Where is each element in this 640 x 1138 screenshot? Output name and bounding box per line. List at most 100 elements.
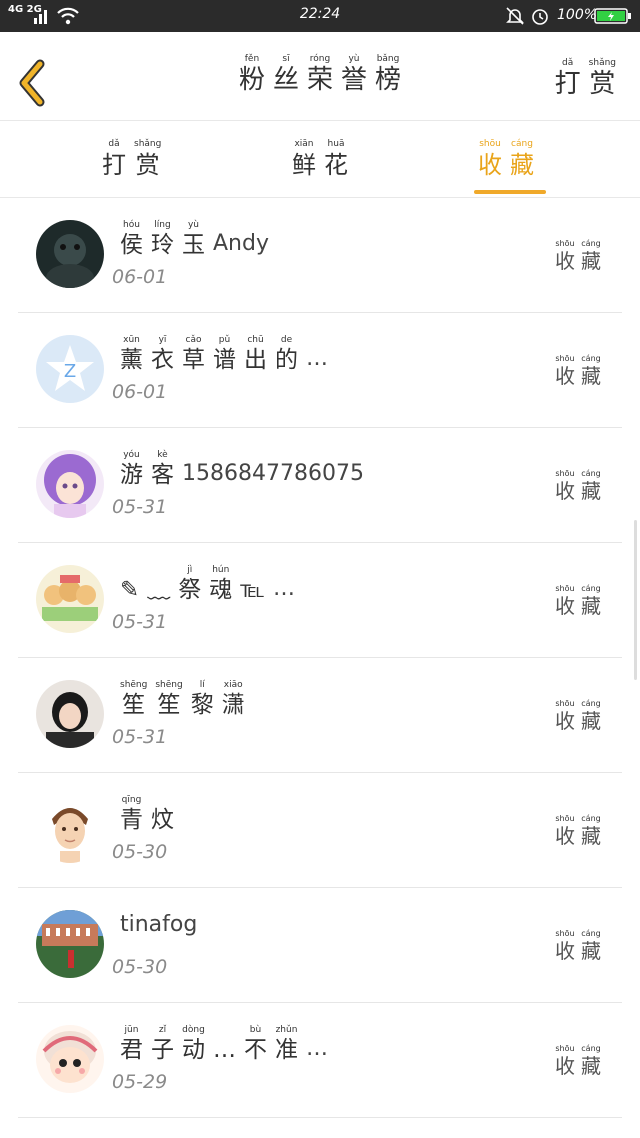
avatar[interactable] [36, 450, 104, 518]
user-name: qīng 青炆 [116, 795, 178, 834]
hanzi: 潇 [221, 692, 245, 718]
pinyin: cáng [581, 929, 601, 938]
pinyin: dǎ [562, 58, 574, 68]
pinyin: xiāo [223, 680, 243, 690]
pinyin: qīng [121, 795, 142, 805]
item-date: 05-29 [112, 1071, 168, 1093]
list-item[interactable]: ✎ ﹏ jì 祭 hún 魂 ℡ … 05-31 shōu 收 cáng 藏 [18, 543, 622, 658]
hanzi: 打 [554, 69, 581, 99]
scrollbar[interactable] [634, 520, 637, 680]
hanzi: 收 [555, 709, 575, 733]
fan-list: hóu 侯 líng 玲 yù 玉 Andy 06-01 shōu 收 cáng 藏 Zxūn 薰 yī 衣 c… [18, 198, 622, 1118]
hanzi: 不 [244, 1037, 267, 1063]
list-item[interactable]: jūn 君 zǐ 子 dòng 动 … bù 不 zhǔn 准 … 05-29 shōu 收 cáng 藏 [18, 1003, 622, 1118]
list-item[interactable]: qīng 青炆 05-30 shōu 收 cáng 藏 [18, 773, 622, 888]
alarm-icon [532, 9, 548, 25]
hanzi: 玲 [151, 232, 174, 258]
avatar[interactable]: Z [36, 335, 104, 403]
hanzi: ℡ [240, 577, 265, 603]
pinyin: kè [157, 450, 168, 460]
list-item[interactable]: hóu 侯 líng 玲 yù 玉 Andy 06-01 shōu 收 cáng 藏 [18, 198, 622, 313]
pinyin: shǎng [588, 58, 616, 68]
ruby-char: shōu 收 [555, 698, 575, 733]
hanzi: 出 [244, 347, 267, 373]
pinyin: bǎng [376, 54, 400, 64]
ruby-char: xiāo 潇 [222, 680, 245, 719]
hanzi: 打 [102, 151, 126, 179]
muted-bell-icon [506, 7, 524, 25]
pinyin: róng [309, 54, 331, 64]
pinyin: xūn [123, 335, 140, 345]
list-item[interactable]: yóu 游 kè 客 1586847786075 05-31 shōu 收 cáng 藏 [18, 428, 622, 543]
user-name: xūn 薰 yī 衣 cǎo 草 pǔ 谱 chū 出 de 的… [116, 335, 328, 374]
avatar[interactable] [36, 795, 104, 863]
pinyin: bù [249, 1025, 262, 1035]
hanzi: 魂 [209, 577, 233, 603]
pinyin: dǎ [108, 139, 120, 149]
hanzi: 丝 [272, 65, 299, 95]
page-title: fěn 粉 sī 丝 róng 荣 yù 誉 bǎng 榜 [0, 54, 640, 95]
avatar[interactable] [36, 565, 104, 633]
ruby-char: kè 客 [151, 450, 174, 489]
ruby-char: yù 玉 [182, 220, 205, 259]
top-navigation-bar: fěn 粉 sī 丝 róng 荣 yù 誉 bǎng 榜 dǎ 打 shǎng 赏 [0, 40, 640, 121]
ruby-char: … [213, 1025, 236, 1064]
ruby-char: yóu 游 [120, 450, 143, 489]
avatar[interactable] [36, 910, 104, 978]
pinyin: shēng [120, 680, 148, 690]
reward-button[interactable]: dǎ 打 shǎng 赏 [551, 58, 620, 99]
pinyin: jūn [124, 1025, 139, 1035]
hanzi: 藏 [581, 939, 601, 963]
avatar[interactable] [36, 1025, 104, 1093]
user-name-text: tinafog [120, 912, 198, 937]
list-item[interactable]: tinafog 05-30 shōu 收 cáng 藏 [18, 888, 622, 1003]
ruby-char: yù 誉 [341, 54, 367, 95]
user-name-text: Andy [213, 231, 269, 256]
hanzi: 笙 [157, 692, 181, 718]
pinyin: jì [187, 565, 193, 575]
pinyin: zǐ [158, 1025, 167, 1035]
ruby-char: huā 花 [324, 139, 348, 180]
pinyin: shōu [555, 469, 575, 478]
avatar[interactable] [36, 680, 104, 748]
hanzi: 藏 [581, 364, 601, 388]
hanzi: 鲜 [292, 151, 316, 179]
hanzi: 动 [182, 1037, 205, 1063]
list-item[interactable]: shēng 笙 shēng 笙 lí 黎 xiāo 潇 05-31 shōu 收 cáng 藏 [18, 658, 622, 773]
hanzi: 的 [275, 347, 298, 373]
ruby-char: cǎo 草 [182, 335, 205, 374]
ruby-char: zǐ 子 [151, 1025, 174, 1064]
pinyin: líng [154, 220, 171, 230]
ruby-char: ﹏ [147, 565, 170, 604]
hanzi: 笙 [122, 692, 146, 718]
tab-flowers[interactable]: xiān 鲜 huā 花 [288, 139, 352, 180]
pinyin: hún [212, 565, 230, 575]
pinyin: yóu [123, 450, 140, 460]
pinyin: de [280, 335, 293, 345]
hanzi: 衣 [151, 347, 174, 373]
hanzi: 子 [151, 1037, 174, 1063]
tab-reward[interactable]: dǎ 打 shǎng 赏 [98, 139, 165, 180]
status-bar: 4G 2G 22:24 100% [0, 0, 640, 32]
favorite-label: shōu 收 cáng 藏 [552, 813, 604, 848]
hanzi: 藏 [581, 249, 601, 273]
hanzi: 藏 [581, 479, 601, 503]
ruby-char: qīng 青 [120, 795, 143, 834]
hanzi: 青 [120, 807, 143, 833]
list-item[interactable]: Zxūn 薰 yī 衣 cǎo 草 pǔ 谱 chū 出 de 的 … 06-01 shōu 收 cáng 藏 [18, 313, 622, 428]
hanzi: 准 [275, 1037, 298, 1063]
pinyin: yù [187, 220, 200, 230]
pinyin: cǎo [185, 335, 202, 345]
pinyin: shōu [555, 699, 575, 708]
user-name: hóu 侯 líng 玲 yù 玉 Andy [116, 220, 269, 259]
pinyin: shōu [555, 584, 575, 593]
ruby-char: zhǔn 准 [275, 1025, 298, 1064]
tab-favorites[interactable]: shōu 收 cáng 藏 [474, 139, 538, 180]
avatar[interactable] [36, 220, 104, 288]
wifi-icon [57, 7, 79, 25]
hanzi: 藏 [581, 1054, 601, 1078]
pinyin: cáng [581, 699, 601, 708]
hanzi: 草 [182, 347, 205, 373]
ruby-char: cáng 藏 [510, 139, 534, 180]
pinyin: pǔ [218, 335, 231, 345]
